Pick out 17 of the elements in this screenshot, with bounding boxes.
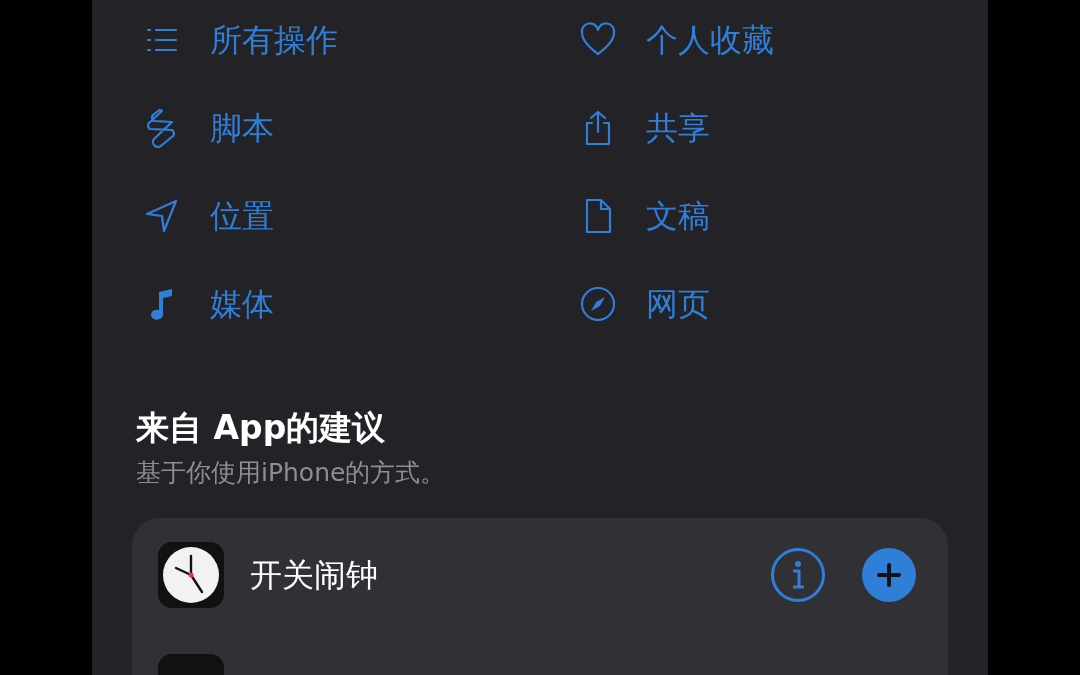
category-item[interactable]: 位置 [142,172,578,260]
category-item[interactable]: 个人收藏 [578,0,988,84]
compass-icon [578,284,618,324]
plus-icon [876,562,902,588]
category-item[interactable]: 共享 [578,84,988,172]
category-item[interactable]: 文稿 [578,172,988,260]
category-item[interactable]: 网页 [578,260,988,348]
suggestion-label: 开关闹钟 [250,555,379,596]
add-button[interactable] [862,548,916,602]
app-icon [158,654,224,675]
section-subtitle: 基于你使用iPhone的方式。 [136,457,447,489]
category-item[interactable]: 媒体 [142,260,578,348]
category-item[interactable]: 所有操作 [142,0,578,84]
clock-icon [158,542,224,608]
category-item[interactable]: 脚本 [142,84,578,172]
section-title: 来自 App的建议 [136,407,387,449]
info-button[interactable] [771,548,825,602]
